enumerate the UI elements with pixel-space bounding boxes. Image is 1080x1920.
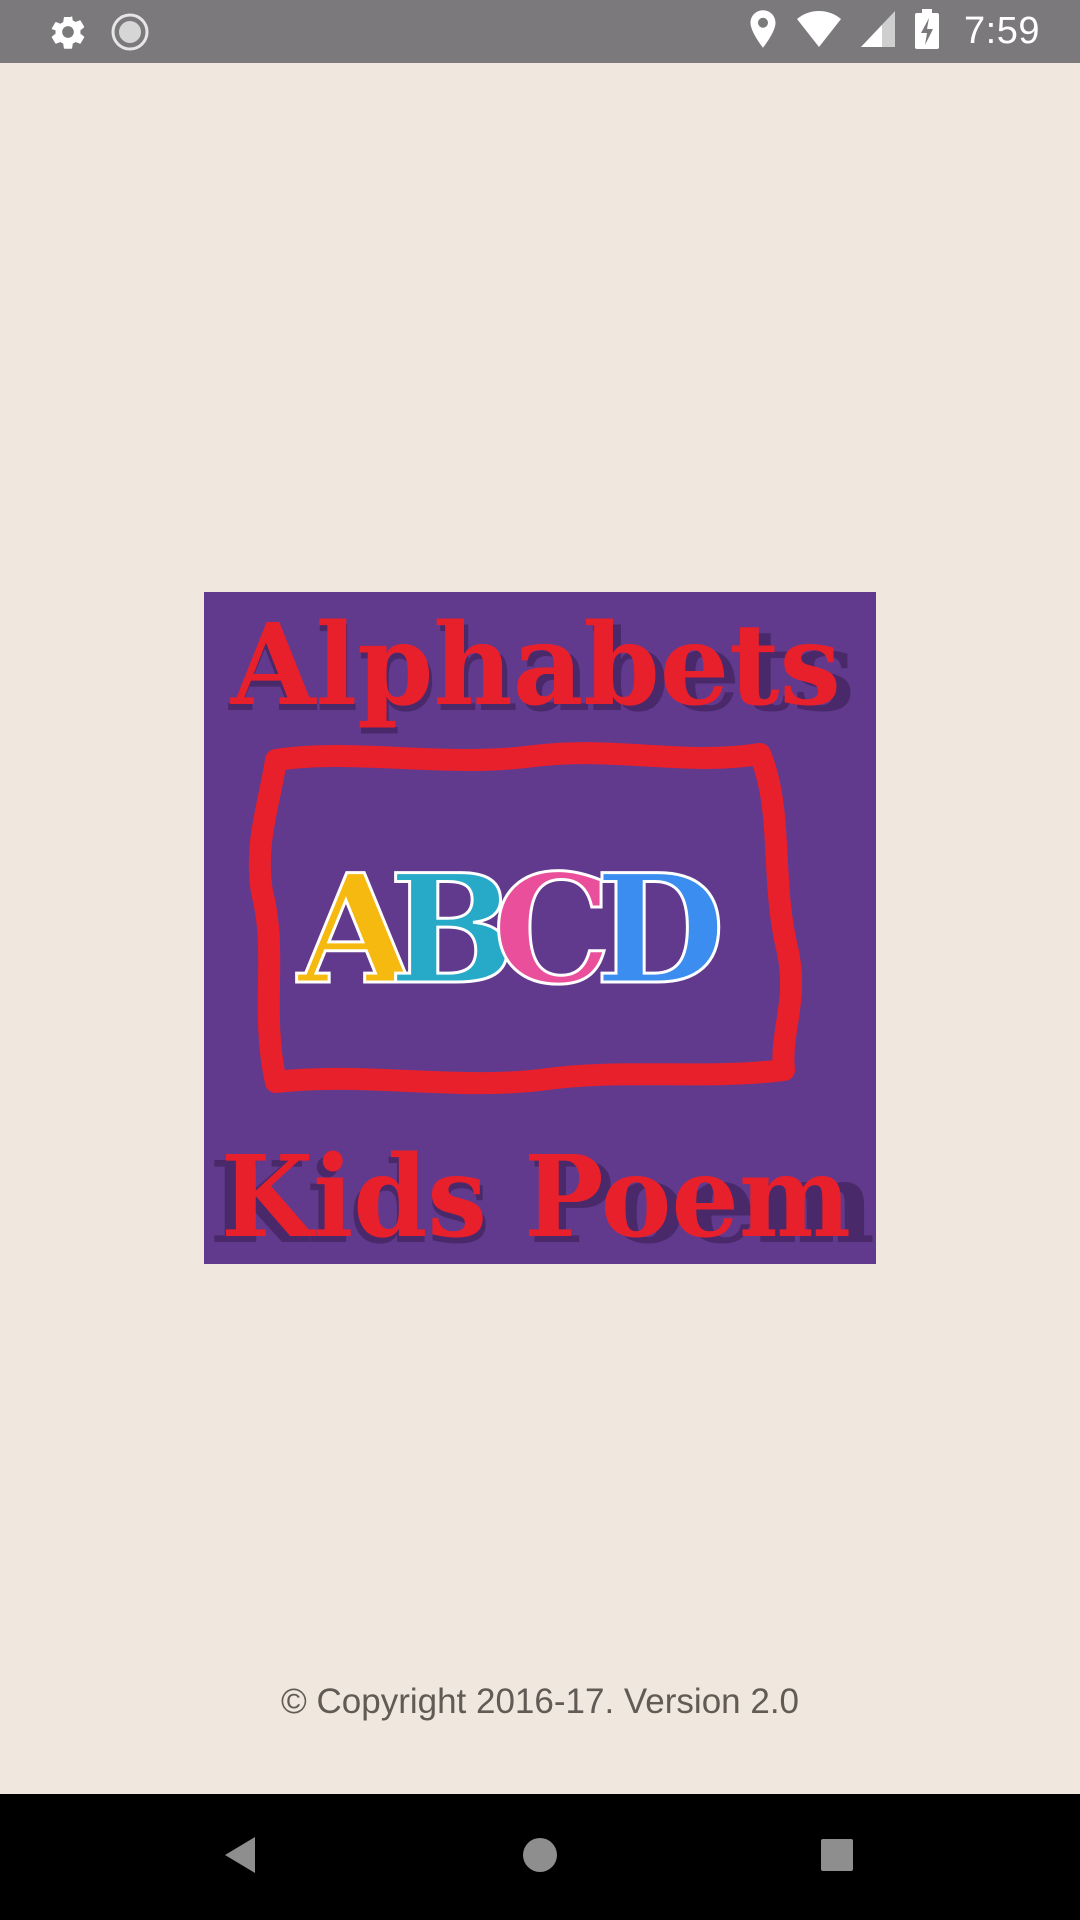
home-button[interactable] (507, 1824, 573, 1890)
clock: 7:59 (964, 9, 1040, 52)
navigation-bar (0, 1794, 1080, 1920)
logo-letter-c: C (492, 842, 611, 1018)
location-icon (748, 9, 778, 54)
recents-button[interactable] (804, 1824, 870, 1890)
status-bar-left (48, 12, 150, 57)
wifi-icon (796, 10, 842, 53)
recents-icon (820, 1838, 854, 1877)
logo-subtitle: Kids Poem (221, 1132, 851, 1263)
gear-icon (48, 12, 88, 57)
logo-title: Alphabets (230, 600, 841, 731)
back-icon (223, 1835, 257, 1880)
back-button[interactable] (207, 1824, 273, 1890)
status-bar: 7:59 (0, 0, 1080, 63)
copyright-text: © Copyright 2016-17. Version 2.0 (280, 1682, 800, 1721)
home-icon (521, 1836, 559, 1879)
app-logo: Alphabets Alphabets A B C D Kids Poem Ki… (204, 592, 876, 1264)
logo-letter-d: D (595, 842, 725, 1018)
signal-icon (860, 10, 896, 53)
status-bar-right: 7:59 (748, 8, 1040, 54)
battery-charging-icon (914, 8, 940, 55)
sync-icon (110, 12, 150, 57)
